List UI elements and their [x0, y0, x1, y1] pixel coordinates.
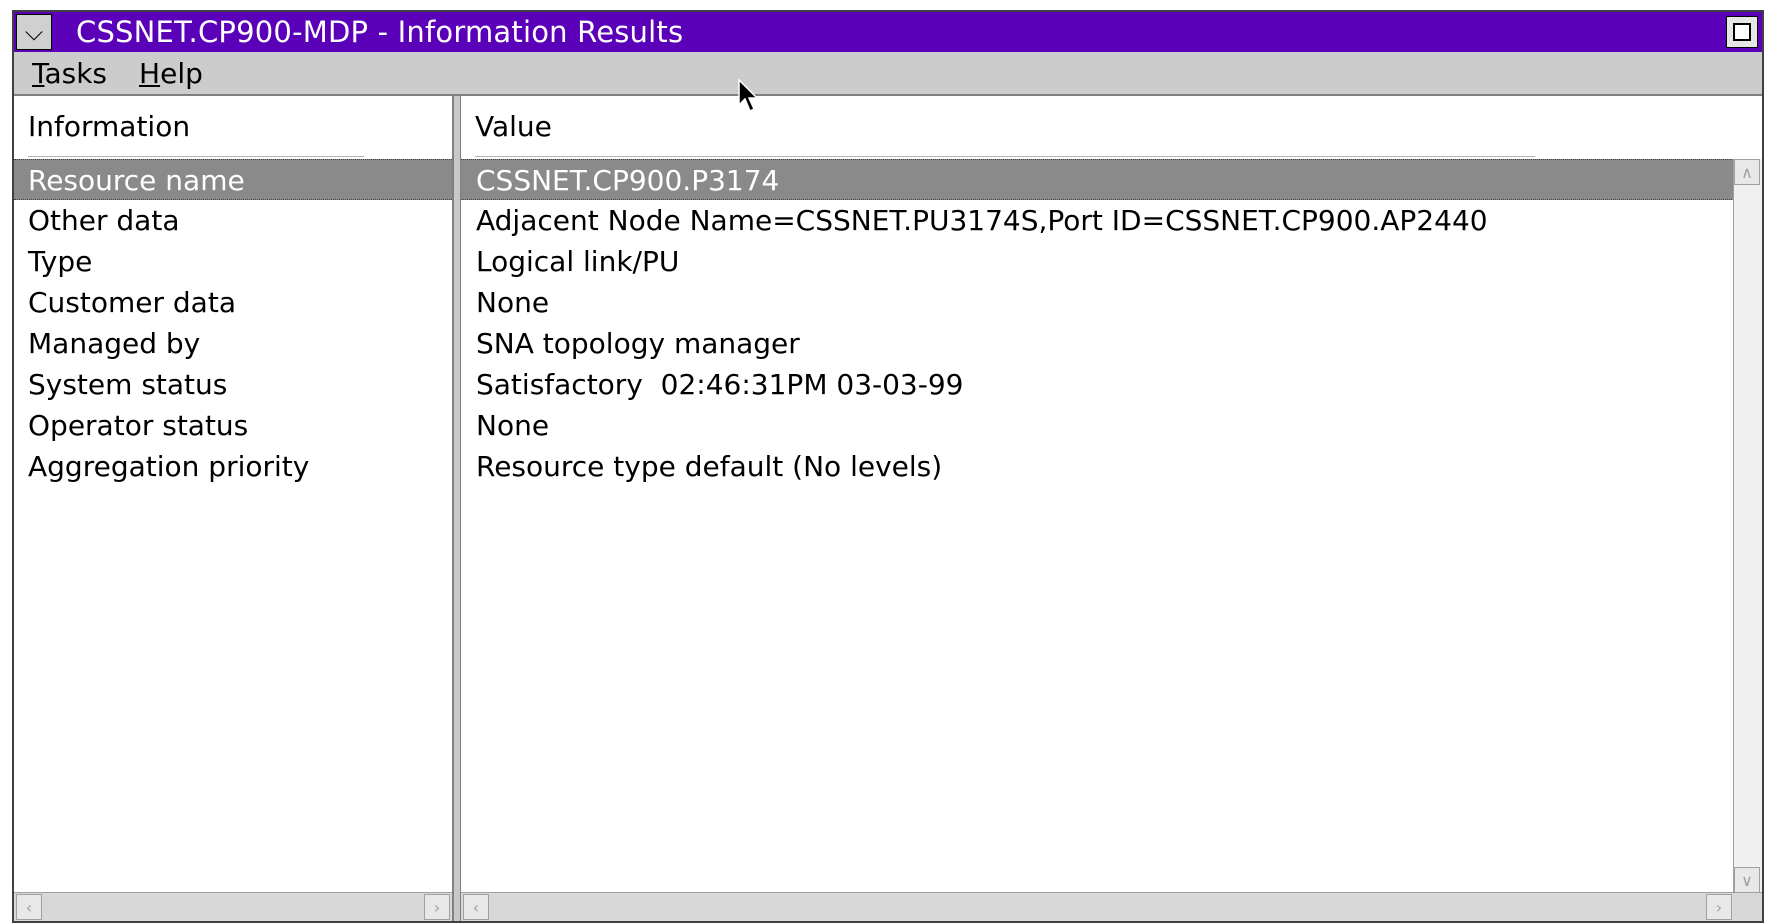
pane-splitter[interactable] [454, 96, 461, 921]
information-horizontal-scrollbar[interactable]: ‹ › [14, 892, 452, 921]
title-bar[interactable]: ⌵ CSSNET.CP900-MDP - Information Results [14, 12, 1762, 52]
info-row[interactable]: Other data [14, 200, 452, 241]
info-row[interactable]: Aggregation priority [14, 446, 452, 487]
scroll-up-icon[interactable]: ∧ [1734, 159, 1760, 185]
scroll-left-icon[interactable]: ‹ [463, 894, 489, 920]
information-list: Resource name Other data Type Customer data… [14, 159, 452, 487]
value-row[interactable]: None [461, 282, 1734, 323]
menu-bar: Tasks Help [14, 52, 1762, 96]
scroll-right-icon[interactable]: › [424, 894, 450, 920]
value-list: CSSNET.CP900.P3174 Adjacent Node Name=CSS… [461, 159, 1762, 487]
scroll-left-icon[interactable]: ‹ [16, 894, 42, 920]
header-underline [475, 156, 1535, 157]
details-container: Information Resource name Other data Type C… [14, 96, 1762, 921]
scroll-right-icon[interactable]: › [1706, 894, 1732, 920]
value-pane: Value CSSNET.CP900.P3174 Adjacent Node Na… [461, 96, 1762, 921]
value-row[interactable]: SNA topology manager [461, 323, 1734, 364]
maximize-icon [1733, 23, 1751, 41]
information-pane: Information Resource name Other data Type C… [14, 96, 454, 921]
info-row[interactable]: Type [14, 241, 452, 282]
value-row[interactable]: Logical link/PU [461, 241, 1734, 282]
window-title: CSSNET.CP900-MDP - Information Results [76, 15, 684, 49]
value-vertical-scrollbar[interactable]: ∧ ∨ [1733, 159, 1762, 893]
info-row[interactable]: Resource name [14, 159, 452, 200]
info-row[interactable]: Customer data [14, 282, 452, 323]
information-results-window: ⌵ CSSNET.CP900-MDP - Information Results… [12, 10, 1764, 923]
maximize-button[interactable] [1726, 16, 1758, 48]
information-column-header[interactable]: Information [14, 96, 452, 158]
value-column-header[interactable]: Value [461, 96, 1762, 158]
menu-help[interactable]: Help [139, 57, 203, 90]
value-row[interactable]: CSSNET.CP900.P3174 [461, 159, 1734, 200]
info-row[interactable]: Managed by [14, 323, 452, 364]
system-menu-icon[interactable]: ⌵ [16, 14, 52, 50]
value-row[interactable]: Resource type default (No levels) [461, 446, 1734, 487]
menu-tasks[interactable]: Tasks [32, 57, 107, 90]
value-row[interactable]: Satisfactory 02:46:31PM 03-03-99 [461, 364, 1734, 405]
header-underline [28, 156, 364, 157]
value-row[interactable]: Adjacent Node Name=CSSNET.PU3174S,Port I… [461, 200, 1734, 241]
value-row[interactable]: None [461, 405, 1734, 446]
value-horizontal-scrollbar[interactable]: ‹ › [461, 892, 1762, 921]
info-row[interactable]: System status [14, 364, 452, 405]
scroll-down-icon[interactable]: ∨ [1734, 867, 1760, 893]
info-row[interactable]: Operator status [14, 405, 452, 446]
